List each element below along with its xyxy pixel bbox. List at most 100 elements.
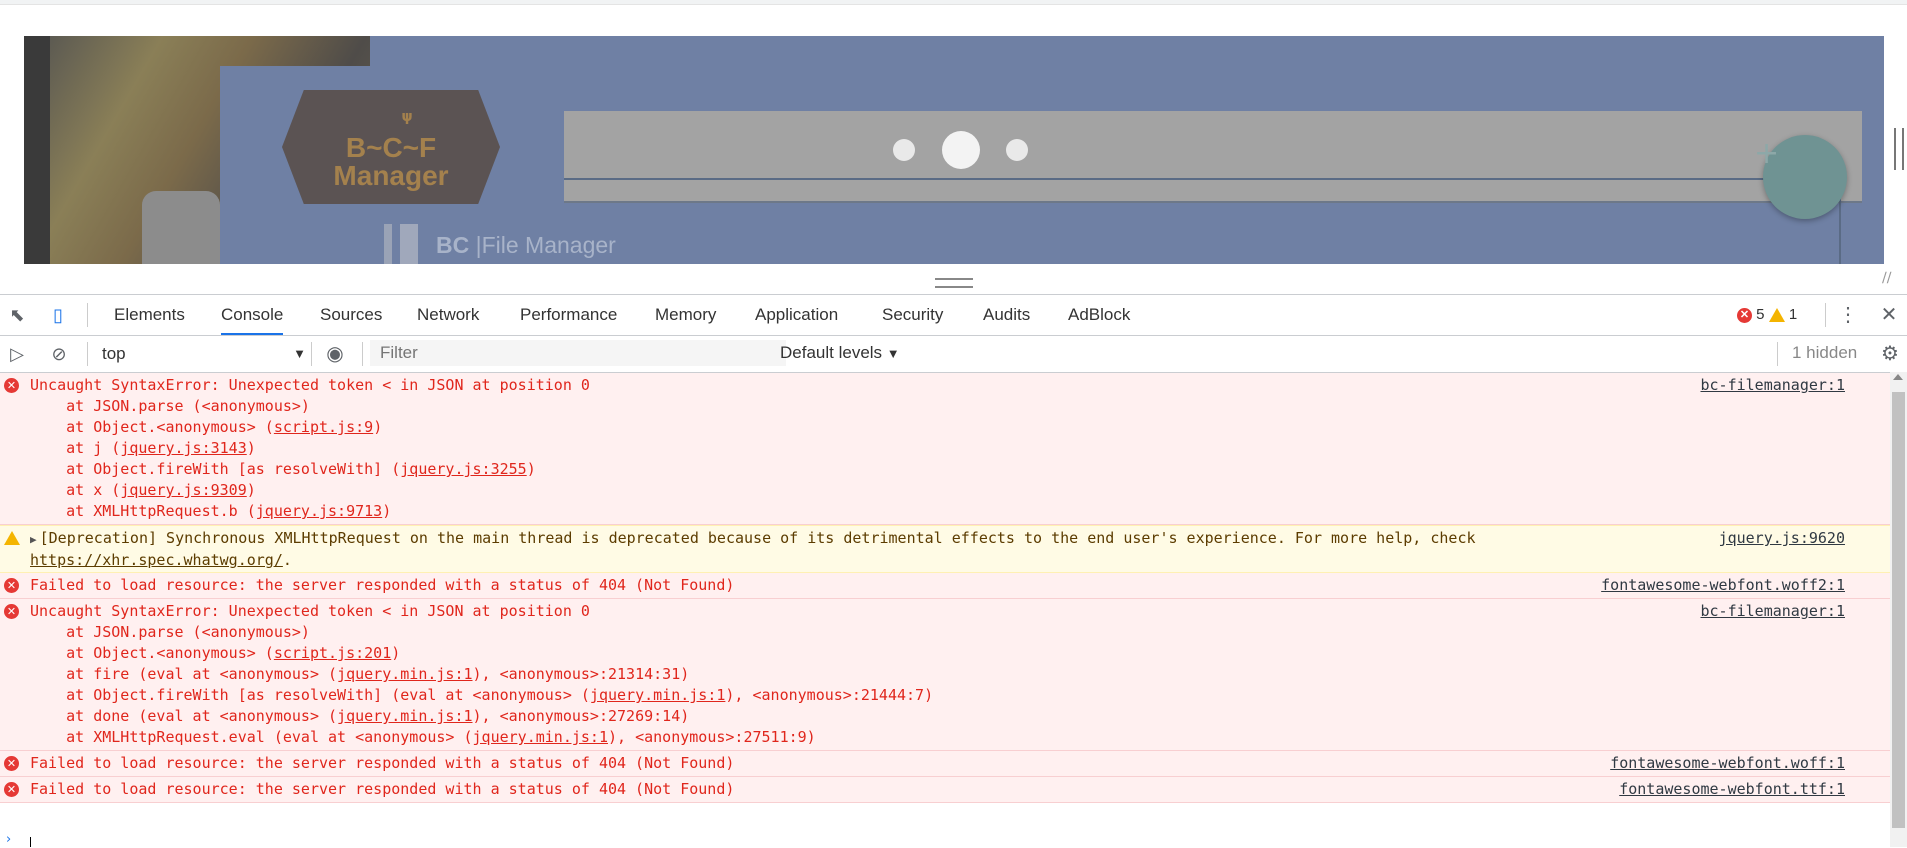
tab-network[interactable]: Network bbox=[417, 295, 479, 335]
stack-frame: at JSON.parse (<anonymous>) bbox=[30, 396, 1720, 417]
error-icon: ✕ bbox=[1737, 307, 1752, 323]
console-error-message[interactable]: ✕ Failed to load resource: the server res… bbox=[0, 777, 1890, 803]
issue-counts[interactable]: ✕ 5 1 bbox=[1737, 306, 1797, 323]
stack-frame: at done (eval at <anonymous> (jquery.min… bbox=[30, 706, 1720, 727]
stack-frame-text: at JSON.parse (<anonymous>) bbox=[30, 397, 310, 415]
gear-icon[interactable]: ⚙ bbox=[1877, 342, 1903, 366]
stack-frame-link[interactable]: script.js:201 bbox=[274, 644, 391, 662]
stack-frame-text: ) bbox=[246, 481, 256, 499]
dropdown-caret-icon: ▼ bbox=[886, 346, 900, 361]
message-source-link[interactable]: bc-filemanager:1 bbox=[1701, 375, 1846, 396]
message-link[interactable]: https://xhr.spec.whatwg.org/ bbox=[30, 551, 283, 569]
log-levels-dropdown[interactable]: Default levels ▼ bbox=[780, 343, 900, 363]
loading-dot bbox=[1006, 139, 1028, 161]
corner-resize-icon[interactable]: ∕∕ bbox=[1882, 270, 1891, 286]
eye-icon[interactable]: ◉ bbox=[322, 342, 348, 366]
hidden-count: 1 hidden bbox=[1792, 343, 1858, 362]
tab-sources[interactable]: Sources bbox=[320, 295, 382, 335]
tab-security[interactable]: Security bbox=[882, 295, 943, 335]
message-source-link[interactable]: fontawesome-webfont.ttf:1 bbox=[1619, 779, 1845, 800]
console-filterbar: ▷ ⊘ top ▼ ◉ Default levels ▼ 1 hidden ⚙ bbox=[0, 336, 1907, 373]
inspect-element-icon[interactable]: ⬉ bbox=[4, 303, 30, 327]
message-head: [Deprecation] Synchronous XMLHttpRequest… bbox=[39, 529, 1476, 547]
message-head: Uncaught SyntaxError: Unexpected token <… bbox=[30, 376, 590, 394]
message-head: Failed to load resource: the server resp… bbox=[30, 754, 735, 772]
stack-frame: at Object.<anonymous> (script.js:9) bbox=[30, 417, 1720, 438]
stack-frame-link[interactable]: jquery.js:9713 bbox=[256, 502, 382, 520]
loading-dot bbox=[942, 131, 980, 169]
divider bbox=[87, 342, 88, 366]
stack-frame-text: at XMLHttpRequest.eval (eval at <anonymo… bbox=[30, 728, 473, 746]
text-caret bbox=[30, 837, 31, 847]
console-error-message[interactable]: ✕ Failed to load resource: the server res… bbox=[0, 751, 1890, 777]
tab-memory[interactable]: Memory bbox=[655, 295, 716, 335]
page-preview[interactable]: ψ B~C~F Manager + BC |File Manager bbox=[24, 36, 1884, 264]
stack-frame: at j (jquery.js:3143) bbox=[30, 438, 1720, 459]
show-sidebar-icon[interactable]: ▷ bbox=[4, 342, 30, 366]
message-source-link[interactable]: fontawesome-webfont.woff2:1 bbox=[1601, 575, 1845, 596]
stack-frame: at XMLHttpRequest.b (jquery.js:9713) bbox=[30, 501, 1720, 522]
context-select[interactable]: top ▼ bbox=[94, 342, 308, 366]
more-options-icon[interactable]: ⋮ bbox=[1835, 303, 1861, 327]
stack-frame-text: at done (eval at <anonymous> ( bbox=[30, 707, 338, 725]
message-source-link[interactable]: jquery.js:9620 bbox=[1719, 528, 1845, 549]
tab-elements[interactable]: Elements bbox=[114, 295, 185, 335]
loading-panel bbox=[564, 111, 1862, 203]
device-toolbar-icon[interactable]: ▯ bbox=[45, 303, 71, 327]
divider bbox=[87, 303, 88, 327]
logo-leaf-icon: ψ bbox=[401, 109, 413, 125]
console-prompt[interactable] bbox=[0, 834, 1890, 847]
stack-frame-text: at x ( bbox=[30, 481, 121, 499]
tab-console[interactable]: Console bbox=[221, 295, 284, 335]
message-tail: . bbox=[282, 551, 292, 569]
error-icon: ✕ bbox=[4, 378, 19, 393]
tab-adblock[interactable]: AdBlock bbox=[1068, 295, 1130, 335]
stack-frame: at x (jquery.js:9309) bbox=[30, 480, 1720, 501]
resize-grip-icon[interactable] bbox=[935, 278, 973, 288]
error-icon: ✕ bbox=[4, 578, 19, 593]
stack-frame-text: ), <anonymous>:21314:31) bbox=[472, 665, 690, 683]
console-scrollbar-thumb[interactable] bbox=[1892, 392, 1905, 828]
stack-frame-text: at Object.<anonymous> ( bbox=[30, 418, 274, 436]
stack-frame-link[interactable]: jquery.js:9309 bbox=[120, 481, 246, 499]
error-icon: ✕ bbox=[4, 782, 19, 797]
divider bbox=[362, 342, 363, 366]
message-source-link[interactable]: bc-filemanager:1 bbox=[1701, 601, 1846, 622]
stack-frame-link[interactable]: jquery.min.js:1 bbox=[337, 665, 472, 683]
preview-scrollbar[interactable] bbox=[1894, 128, 1904, 170]
stack-frame-text: at Object.<anonymous> ( bbox=[30, 644, 274, 662]
stack-frame-link[interactable]: jquery.min.js:1 bbox=[473, 728, 608, 746]
stack-frame-text: ) bbox=[526, 460, 536, 478]
scroll-up-icon[interactable] bbox=[1893, 374, 1903, 380]
stack-frame-text: at j ( bbox=[30, 439, 121, 457]
stack-frame-link[interactable]: jquery.min.js:1 bbox=[590, 686, 725, 704]
stack-frame-text: at XMLHttpRequest.b ( bbox=[30, 502, 256, 520]
tab-performance[interactable]: Performance bbox=[520, 295, 617, 335]
dropdown-caret-icon: ▼ bbox=[293, 346, 306, 361]
console-error-message[interactable]: ✕ Uncaught SyntaxError: Unexpected token … bbox=[0, 599, 1890, 751]
stack-frame-text: at fire (eval at <anonymous> ( bbox=[30, 665, 338, 683]
message-text: Uncaught SyntaxError: Unexpected token <… bbox=[0, 373, 1890, 524]
message-source-link[interactable]: fontawesome-webfont.woff:1 bbox=[1610, 753, 1845, 774]
console-error-message[interactable]: ✕ Uncaught SyntaxError: Unexpected token … bbox=[0, 373, 1890, 525]
tab-audits[interactable]: Audits bbox=[983, 295, 1030, 335]
brand-title: BC |File Manager bbox=[436, 232, 616, 258]
panel-border bbox=[384, 224, 392, 264]
stack-frame-text: ) bbox=[391, 644, 401, 662]
clear-console-icon[interactable]: ⊘ bbox=[46, 342, 72, 366]
message-text: ▶ [Deprecation] Synchronous XMLHttpReques… bbox=[0, 526, 1890, 572]
stack-frame-link[interactable]: script.js:9 bbox=[274, 418, 373, 436]
filter-input[interactable] bbox=[370, 340, 786, 366]
stack-frame-link[interactable]: jquery.js:3143 bbox=[120, 439, 246, 457]
stack-frame-text: at Object.fireWith [as resolveWith] ( bbox=[30, 460, 401, 478]
tab-application[interactable]: Application bbox=[755, 295, 838, 335]
warning-icon bbox=[1768, 308, 1785, 323]
stack-frame: at Object.fireWith [as resolveWith] (eva… bbox=[30, 685, 1720, 706]
close-icon[interactable]: ✕ bbox=[1876, 303, 1902, 327]
message-text: Uncaught SyntaxError: Unexpected token <… bbox=[0, 599, 1890, 750]
stack-frame-link[interactable]: jquery.js:3255 bbox=[400, 460, 526, 478]
stack-frame-link[interactable]: jquery.min.js:1 bbox=[337, 707, 472, 725]
console-error-message[interactable]: ✕ Failed to load resource: the server res… bbox=[0, 573, 1890, 599]
expand-triangle-icon[interactable]: ▶ bbox=[30, 533, 37, 546]
console-warning-message[interactable]: ▶ [Deprecation] Synchronous XMLHttpReques… bbox=[0, 525, 1890, 573]
